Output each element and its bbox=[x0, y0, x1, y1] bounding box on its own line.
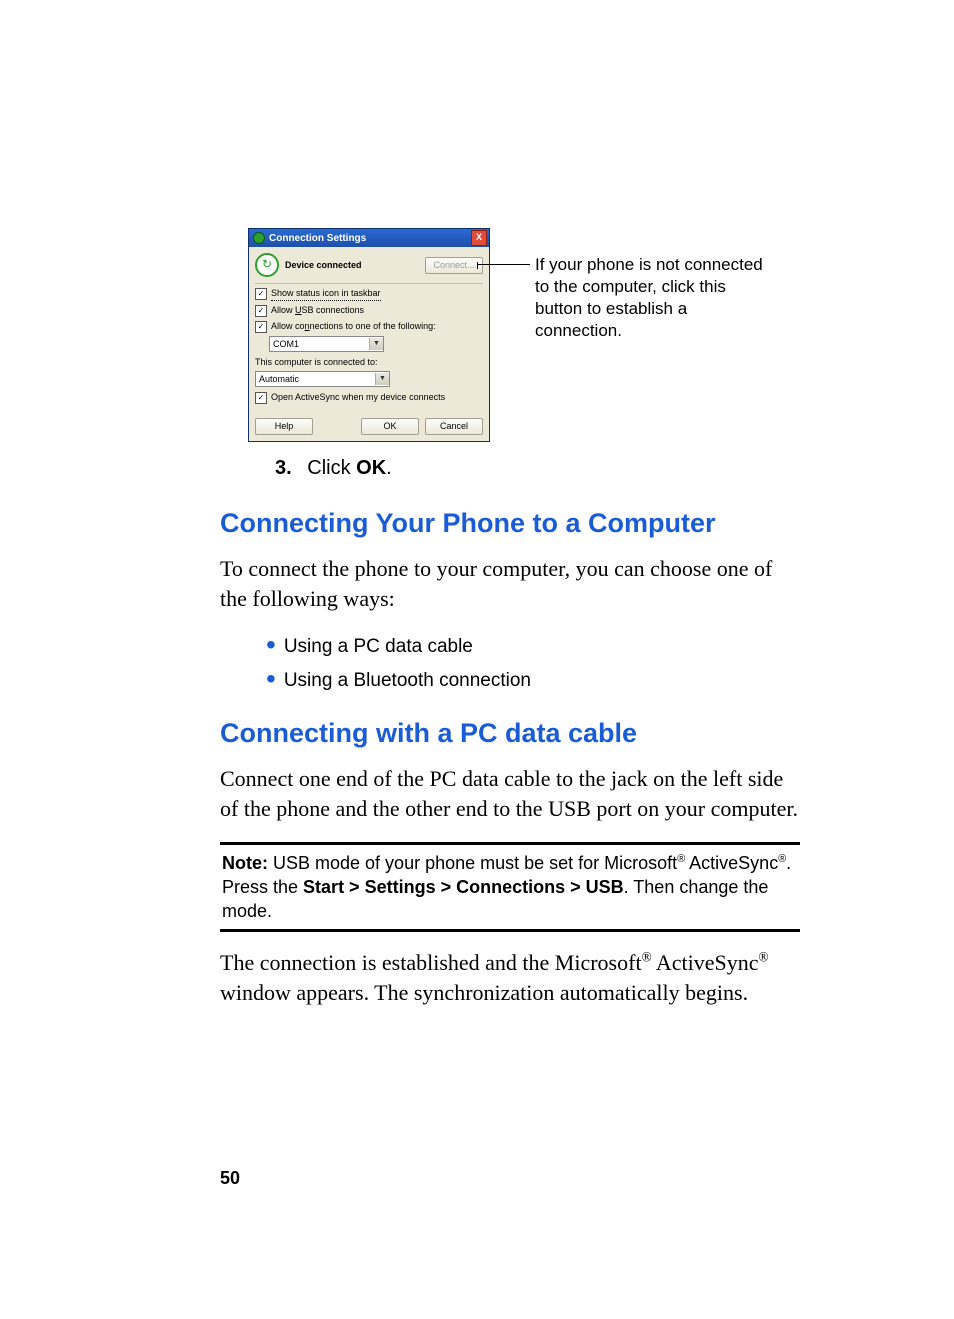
paragraph-pc-cable: Connect one end of the PC data cable to … bbox=[220, 764, 800, 824]
titlebar: Connection Settings X bbox=[249, 229, 489, 247]
callout-text: If your phone is not connected to the co… bbox=[535, 254, 765, 342]
label-connected-to: This computer is connected to: bbox=[255, 356, 483, 369]
list-item: Using a Bluetooth connection bbox=[266, 666, 800, 694]
connect-button[interactable]: Connect... bbox=[425, 257, 483, 274]
chevron-down-icon: ▼ bbox=[375, 373, 389, 385]
heading-pc-data-cable: Connecting with a PC data cable bbox=[220, 716, 800, 750]
step-number: 3. bbox=[275, 457, 292, 479]
step-3: 3. Click OK. bbox=[275, 454, 800, 482]
callout-leader-line bbox=[478, 264, 530, 265]
paragraph-intro: To connect the phone to your computer, y… bbox=[220, 554, 800, 614]
note-label: Note: bbox=[222, 853, 268, 873]
window-title: Connection Settings bbox=[269, 232, 366, 245]
label-open-activesync: Open ActiveSync when my device connects bbox=[271, 391, 445, 404]
close-icon[interactable]: X bbox=[471, 230, 487, 246]
label-show-status: Show status icon in taskbar bbox=[271, 287, 381, 301]
note-block: Note: USB mode of your phone must be set… bbox=[220, 842, 800, 932]
note-path: Start > Settings > Connections > USB bbox=[303, 877, 624, 897]
checkbox-open-activesync[interactable]: ✓ bbox=[255, 392, 267, 404]
list-item: Using a PC data cable bbox=[266, 632, 800, 660]
checkbox-show-status[interactable]: ✓ bbox=[255, 288, 267, 300]
checkbox-allow-connections[interactable]: ✓ bbox=[255, 321, 267, 333]
select-connected-value: Automatic bbox=[259, 373, 299, 386]
dialog-connection-settings: Connection Settings X ↻ Device connected… bbox=[248, 228, 490, 442]
sync-icon bbox=[253, 232, 265, 244]
label-allow-connections: Allow connections to one of the followin… bbox=[271, 320, 436, 333]
chevron-down-icon: ▼ bbox=[369, 338, 383, 350]
help-button[interactable]: Help bbox=[255, 418, 313, 435]
cancel-button[interactable]: Cancel bbox=[425, 418, 483, 435]
ok-button[interactable]: OK bbox=[361, 418, 419, 435]
heading-connecting-phone: Connecting Your Phone to a Computer bbox=[220, 506, 800, 540]
status-text: Device connected bbox=[285, 259, 425, 272]
figure-connection-settings: Connection Settings X ↻ Device connected… bbox=[220, 228, 800, 438]
page-number: 50 bbox=[220, 1168, 240, 1189]
status-icon: ↻ bbox=[255, 253, 279, 277]
checkbox-allow-usb[interactable]: ✓ bbox=[255, 305, 267, 317]
select-com-value: COM1 bbox=[273, 338, 299, 351]
paragraph-after-note: The connection is established and the Mi… bbox=[220, 948, 800, 1008]
select-com-port[interactable]: COM1 ▼ bbox=[269, 336, 384, 352]
label-allow-usb: Allow USB connections bbox=[271, 304, 364, 317]
select-connected-to[interactable]: Automatic ▼ bbox=[255, 371, 390, 387]
bullet-list: Using a PC data cable Using a Bluetooth … bbox=[266, 632, 800, 694]
